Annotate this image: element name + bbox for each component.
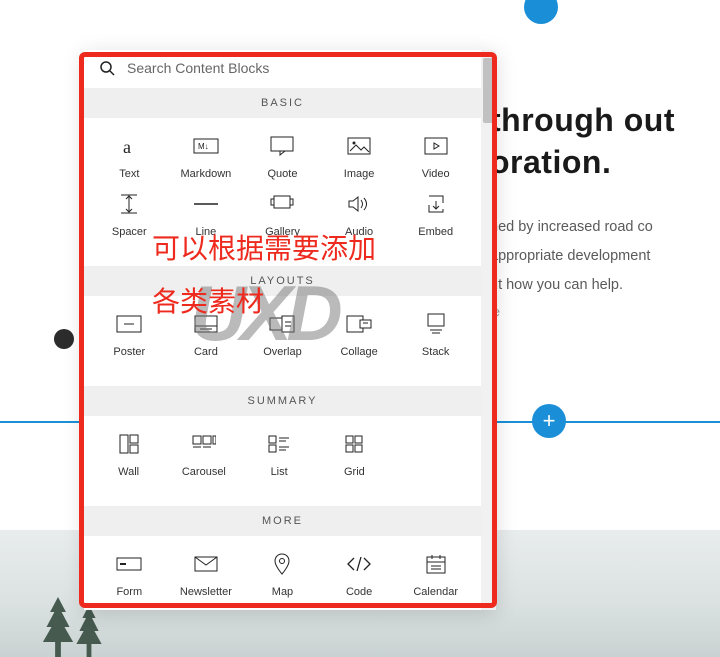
- bg-para-l3: ut how you can help.: [490, 277, 623, 293]
- markdown-icon: M↓: [193, 136, 219, 156]
- audio-icon: [346, 194, 372, 214]
- block-carousel[interactable]: Carousel: [167, 434, 240, 492]
- collage-icon: [346, 314, 372, 334]
- block-poster[interactable]: Poster: [92, 314, 167, 372]
- list-icon: [266, 434, 292, 454]
- grid-icon: [341, 434, 367, 454]
- wall-icon: [116, 434, 142, 454]
- text-icon: a: [116, 136, 142, 156]
- content-blocks-panel: Search Content Blocks BASIC aText M↓Mark…: [84, 50, 496, 610]
- search-row[interactable]: Search Content Blocks: [84, 50, 481, 88]
- gallery-icon: [269, 194, 295, 214]
- add-block-button-mid[interactable]: +: [532, 404, 566, 438]
- map-icon: [269, 554, 295, 574]
- overlap-icon: [269, 314, 295, 334]
- layouts-grid: Poster Card Overlap Collage Stack: [84, 296, 481, 386]
- card-icon: [193, 314, 219, 334]
- carousel-icon: [191, 434, 217, 454]
- newsletter-icon: [193, 554, 219, 574]
- block-line[interactable]: Line: [169, 194, 244, 252]
- block-code[interactable]: Code: [322, 554, 397, 610]
- search-icon: [100, 61, 115, 76]
- block-gallery[interactable]: Gallery: [245, 194, 320, 252]
- add-block-button-top[interactable]: [524, 0, 558, 24]
- basic-grid: aText M↓Markdown Quote Image Video Space…: [84, 118, 481, 266]
- background-content: through out oration. ned by increased ro…: [490, 100, 720, 300]
- bg-heading-l2: oration.: [490, 144, 611, 180]
- svg-text:M↓: M↓: [198, 142, 209, 151]
- image-icon: [346, 136, 372, 156]
- block-spacer[interactable]: Spacer: [92, 194, 167, 252]
- block-overlap[interactable]: Overlap: [245, 314, 320, 372]
- quote-icon: [269, 136, 295, 156]
- block-card[interactable]: Card: [169, 314, 244, 372]
- spacer-icon: [116, 194, 142, 214]
- block-grid[interactable]: Grid: [318, 434, 391, 492]
- block-collage[interactable]: Collage: [322, 314, 397, 372]
- search-input[interactable]: Search Content Blocks: [127, 60, 269, 76]
- block-wall[interactable]: Wall: [92, 434, 165, 492]
- calendar-icon: [423, 554, 449, 574]
- section-summary: SUMMARY: [84, 386, 481, 416]
- block-image[interactable]: Image: [322, 136, 397, 194]
- block-audio[interactable]: Audio: [322, 194, 397, 252]
- section-layouts: LAYOUTS: [84, 266, 481, 296]
- block-markdown[interactable]: M↓Markdown: [169, 136, 244, 194]
- bg-heading-l1: through out: [490, 102, 675, 138]
- bg-para-l1: ned by increased road co: [490, 219, 653, 235]
- block-list[interactable]: List: [243, 434, 316, 492]
- block-map[interactable]: Map: [245, 554, 320, 610]
- line-icon: [193, 194, 219, 214]
- poster-icon: [116, 314, 142, 334]
- code-icon: [346, 554, 372, 574]
- block-text[interactable]: aText: [92, 136, 167, 194]
- stack-icon: [423, 314, 449, 334]
- insertion-marker: [50, 325, 78, 353]
- block-quote[interactable]: Quote: [245, 136, 320, 194]
- block-video[interactable]: Video: [398, 136, 473, 194]
- block-calendar[interactable]: Calendar: [398, 554, 473, 610]
- section-basic: BASIC: [84, 88, 481, 118]
- svg-text:a: a: [123, 137, 131, 156]
- bg-para-l2: appropriate development: [490, 248, 650, 264]
- more-grid: Form Newsletter Map Code Calendar: [84, 536, 481, 610]
- block-stack[interactable]: Stack: [398, 314, 473, 372]
- block-newsletter[interactable]: Newsletter: [169, 554, 244, 610]
- summary-grid: Wall Carousel List Grid: [84, 416, 481, 506]
- embed-icon: [423, 194, 449, 214]
- block-embed[interactable]: Embed: [398, 194, 473, 252]
- section-more: MORE: [84, 506, 481, 536]
- form-icon: [116, 554, 142, 574]
- video-icon: [423, 136, 449, 156]
- scrollbar[interactable]: [481, 50, 496, 610]
- block-form[interactable]: Form: [92, 554, 167, 610]
